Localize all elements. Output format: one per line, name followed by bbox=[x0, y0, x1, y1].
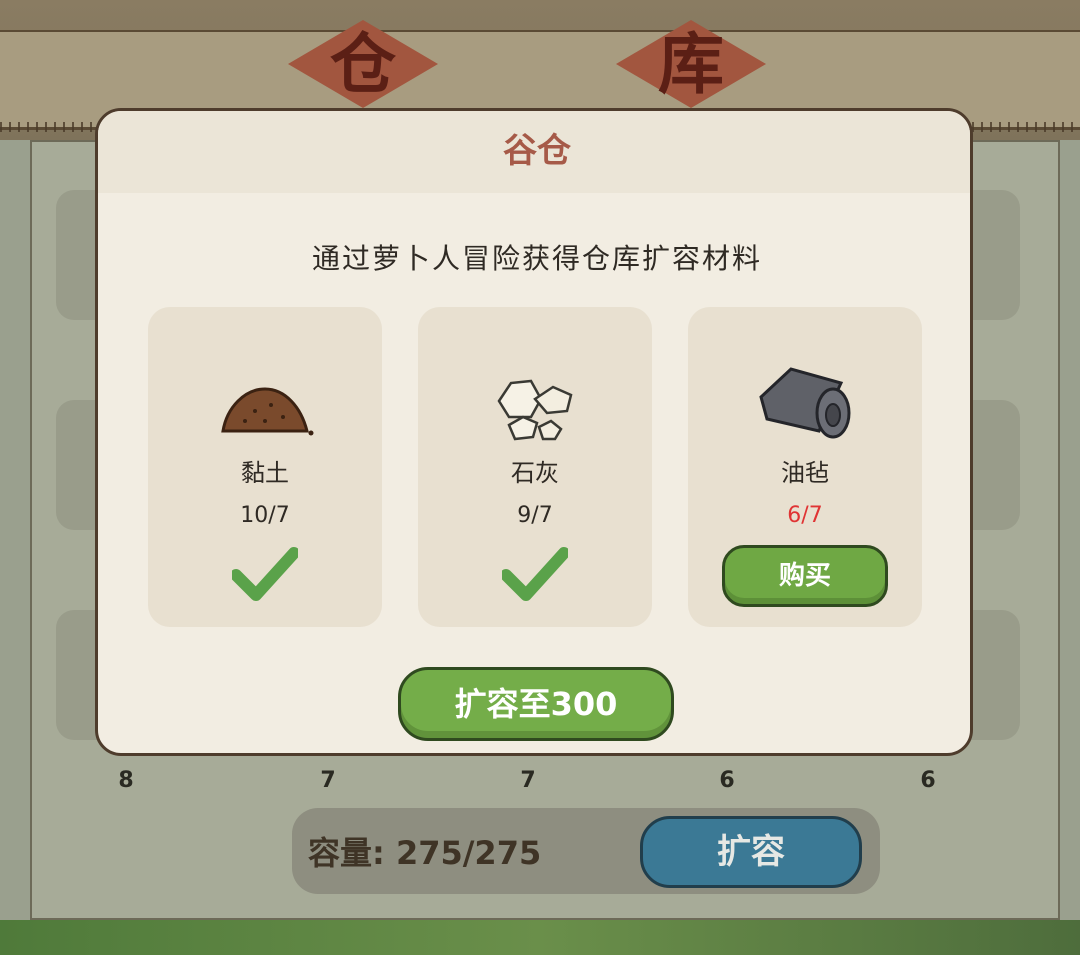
capacity-text: 容量: 275/275 bbox=[308, 834, 542, 872]
material-name: 油毡 bbox=[781, 459, 829, 487]
dialog-title: 谷仓 bbox=[503, 131, 571, 171]
clay-pile-icon bbox=[221, 387, 314, 436]
slot-count: 7 bbox=[520, 768, 536, 793]
slot-count: 6 bbox=[920, 768, 936, 793]
check-icon bbox=[232, 547, 298, 601]
material-card-felt: 油毡 6/7 购买 bbox=[688, 307, 922, 627]
buy-button[interactable]: 购买 bbox=[722, 545, 888, 607]
slot-count: 8 bbox=[118, 768, 134, 793]
warehouse-title-char-1: 仓 bbox=[330, 25, 396, 103]
warehouse-title-char-2: 库 bbox=[658, 25, 724, 103]
material-count: 9/7 bbox=[517, 503, 553, 528]
lime-rocks-icon bbox=[497, 379, 573, 441]
material-count: 10/7 bbox=[240, 503, 290, 528]
check-icon bbox=[502, 547, 568, 601]
material-card-lime: 石灰 9/7 bbox=[418, 307, 652, 627]
material-card-clay: 黏土 10/7 bbox=[148, 307, 382, 627]
slot-count: 6 bbox=[719, 768, 735, 793]
expand-button[interactable]: 扩容 bbox=[640, 816, 862, 888]
barn-upgrade-dialog: 谷仓 通过萝卜人冒险获得仓库扩容材料 黏土 10/7 石灰 9/7 油毡 6/7… bbox=[95, 108, 973, 756]
ground-strip bbox=[0, 920, 1080, 955]
material-name: 石灰 bbox=[511, 459, 559, 487]
upgrade-capacity-button[interactable]: 扩容至300 bbox=[398, 667, 674, 741]
felt-roll-icon bbox=[759, 367, 851, 439]
material-name: 黏土 bbox=[241, 459, 289, 487]
material-count-insufficient: 6/7 bbox=[787, 503, 823, 528]
slot-count: 7 bbox=[320, 768, 336, 793]
dialog-description: 通过萝卜人冒险获得仓库扩容材料 bbox=[311, 242, 762, 275]
